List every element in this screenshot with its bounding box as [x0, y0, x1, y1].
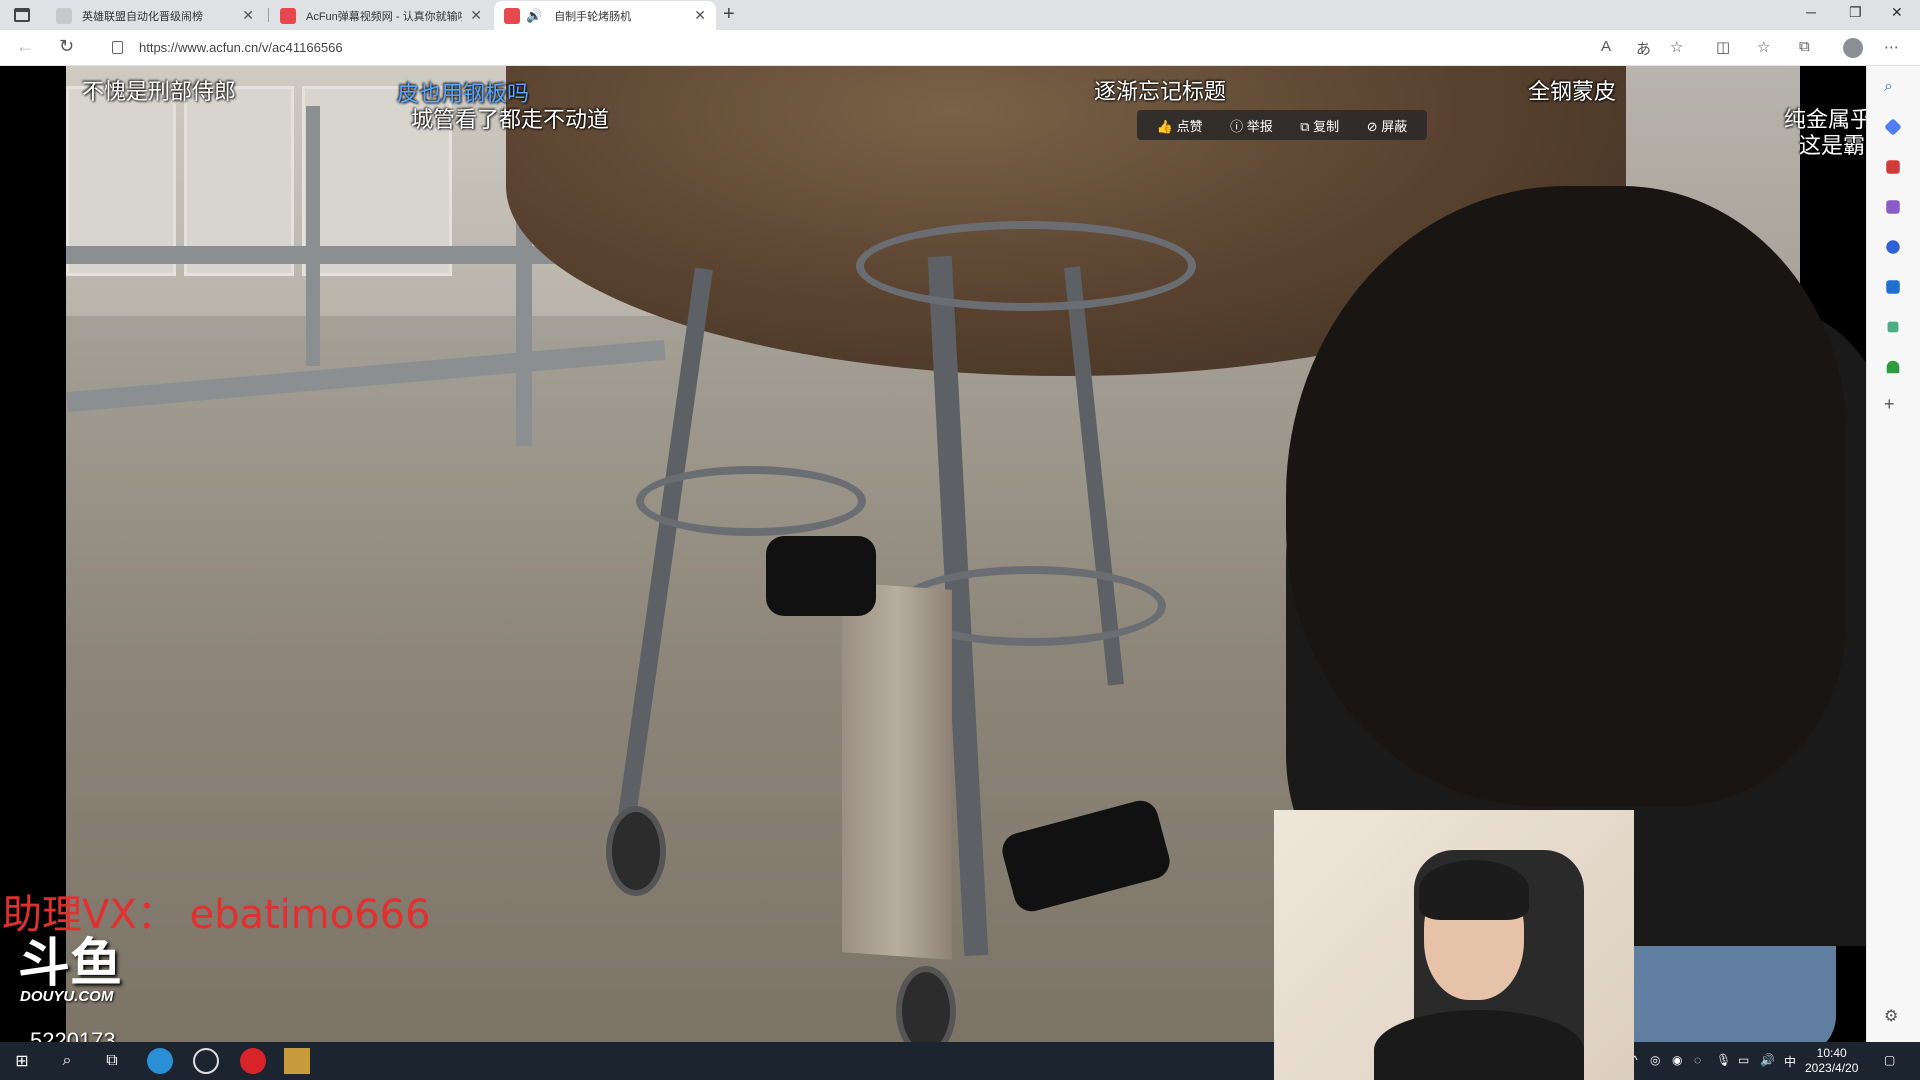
tray-app-icon[interactable]: ◉ [1672, 1053, 1682, 1067]
tray-app-icon[interactable]: ◌ [1694, 1053, 1701, 1067]
block-button[interactable]: ⊘ 屏蔽 [1367, 116, 1408, 135]
system-clock[interactable]: 10:40 2023/4/20 [1805, 1046, 1858, 1076]
tab-title: 英雄联盟自动化晋级闹榜 [82, 10, 203, 23]
settings-gear-icon[interactable]: ⚙ [1884, 1006, 1902, 1025]
tab-1[interactable]: 英雄联盟自动化晋级闹榜 ✕ [46, 1, 264, 30]
address-bar: ← ↻ https://www.acfun.cn/v/ac41166566 A … [0, 30, 1920, 66]
refresh-icon[interactable]: ↻ [59, 36, 74, 57]
search-icon[interactable]: ⌕ [1884, 78, 1902, 96]
tree-icon[interactable] [1886, 360, 1900, 374]
metal-sheet [842, 582, 952, 960]
caster-wheel [606, 806, 666, 896]
streamer-shirt [1374, 1010, 1584, 1080]
stand-ring [856, 221, 1196, 311]
read-aloud-icon[interactable]: A [1601, 38, 1611, 55]
close-tab-icon[interactable]: ✕ [242, 7, 254, 24]
microphone-icon[interactable]: 🎙 [1716, 1053, 1731, 1067]
acfun-favicon-icon [504, 7, 520, 24]
translate-icon[interactable]: あ [1636, 38, 1651, 59]
profile-avatar[interactable] [1843, 38, 1863, 58]
outlook-icon[interactable] [1886, 280, 1900, 294]
minimize-icon[interactable]: ─ [1806, 4, 1816, 20]
streamer-hair [1419, 860, 1529, 920]
collections-icon[interactable]: ⧉ [1799, 38, 1810, 55]
more-menu-icon[interactable]: ⋯ [1884, 38, 1899, 56]
url-field[interactable]: https://www.acfun.cn/v/ac41166566 [139, 40, 343, 55]
tray-app-icon[interactable]: ◎ [1650, 1053, 1660, 1067]
clock-date: 2023/4/20 [1805, 1061, 1859, 1075]
steel-post [306, 106, 320, 366]
windows-start-icon[interactable]: ⊞ [9, 1048, 35, 1074]
danmaku-comment[interactable]: 全钢蒙皮 [1528, 74, 1616, 106]
tab-separator [268, 8, 269, 22]
edge-browser-icon[interactable] [147, 1048, 173, 1074]
lock-icon[interactable] [112, 41, 123, 54]
like-button[interactable]: 👍 点赞 [1157, 116, 1203, 135]
restore-icon[interactable]: ❐ [1849, 4, 1862, 21]
ime-indicator[interactable]: 中 [1784, 1053, 1796, 1070]
streamer-webcam [1274, 810, 1634, 1080]
danmaku-comment[interactable]: 不愧是刑部侍郎 [82, 74, 236, 106]
favorites-icon[interactable]: ☆ [1757, 38, 1770, 56]
report-button[interactable]: ⓘ 举报 [1230, 116, 1273, 135]
danmaku-comment[interactable]: 逐渐忘记标题 [1094, 74, 1226, 106]
netease-music-icon[interactable] [240, 1048, 266, 1074]
tab-title: 自制手轮烤肠机 [554, 10, 632, 23]
danmaku-comment[interactable]: 城管看了都走不动道 [411, 102, 609, 134]
stand-ring [636, 466, 866, 536]
douyu-domain: DOUYU.COM [20, 988, 114, 1005]
clock-time: 10:40 [1816, 1046, 1847, 1060]
games-icon[interactable] [1886, 200, 1900, 214]
tab-3-active[interactable]: 🔊 自制手轮烤肠机 ✕ [494, 1, 716, 30]
notification-icon[interactable]: ▢ [1884, 1053, 1895, 1067]
acfun-favicon-icon [280, 7, 296, 24]
gloved-hand [766, 536, 876, 616]
back-icon[interactable]: ← [16, 36, 34, 57]
speaker-icon[interactable]: 🔊 [526, 8, 542, 24]
edge-sidebar: ⌕ + ⚙ [1866, 66, 1920, 1042]
network-icon[interactable]: ▭ [1738, 1053, 1749, 1067]
workspaces-icon[interactable] [14, 8, 30, 22]
volume-icon[interactable]: 🔊 [1760, 1053, 1775, 1067]
chrome-style-icon[interactable] [193, 1048, 219, 1074]
new-tab-button[interactable]: + [723, 3, 735, 26]
steel-beam [66, 339, 666, 413]
tab-strip: 英雄联盟自动化晋级闹榜 ✕ AcFun弹幕视频网 - 认真你就输啦 ✕ 🔊 自制… [0, 0, 1920, 30]
room-id: 5220173 [30, 1028, 116, 1042]
office-icon[interactable] [1886, 240, 1900, 254]
toolbox-icon[interactable] [1886, 160, 1900, 174]
person-hair [1286, 186, 1846, 806]
gloved-hand [998, 796, 1174, 916]
favorite-star-icon[interactable]: ☆ [1670, 38, 1683, 56]
danmaku-comment[interactable]: 这是霸 [1799, 128, 1865, 160]
assistant-vx-watermark: 助理VX： ebatimo666 [2, 892, 431, 938]
tab-title: AcFun弹幕视频网 - 认真你就输啦 [306, 10, 463, 23]
split-screen-icon[interactable]: ◫ [1716, 38, 1730, 56]
task-view-icon[interactable]: ⧉ [99, 1048, 125, 1074]
close-window-icon[interactable]: ✕ [1891, 4, 1903, 21]
search-icon[interactable]: ⌕ [54, 1048, 80, 1074]
copy-button[interactable]: ⧉ 复制 [1300, 116, 1339, 135]
tag-icon[interactable] [1884, 118, 1902, 136]
tab-favicon-icon [56, 7, 72, 24]
send-icon[interactable] [1887, 321, 1899, 333]
add-icon[interactable]: + [1884, 394, 1902, 414]
caster-wheel [896, 966, 956, 1042]
league-client-icon[interactable] [284, 1048, 310, 1074]
close-tab-icon[interactable]: ✕ [470, 7, 482, 24]
close-tab-icon[interactable]: ✕ [694, 7, 706, 24]
danmaku-action-menu: 👍 点赞 ⓘ 举报 ⧉ 复制 ⊘ 屏蔽 [1137, 110, 1427, 140]
tab-2[interactable]: AcFun弹幕视频网 - 认真你就输啦 ✕ [270, 1, 492, 30]
